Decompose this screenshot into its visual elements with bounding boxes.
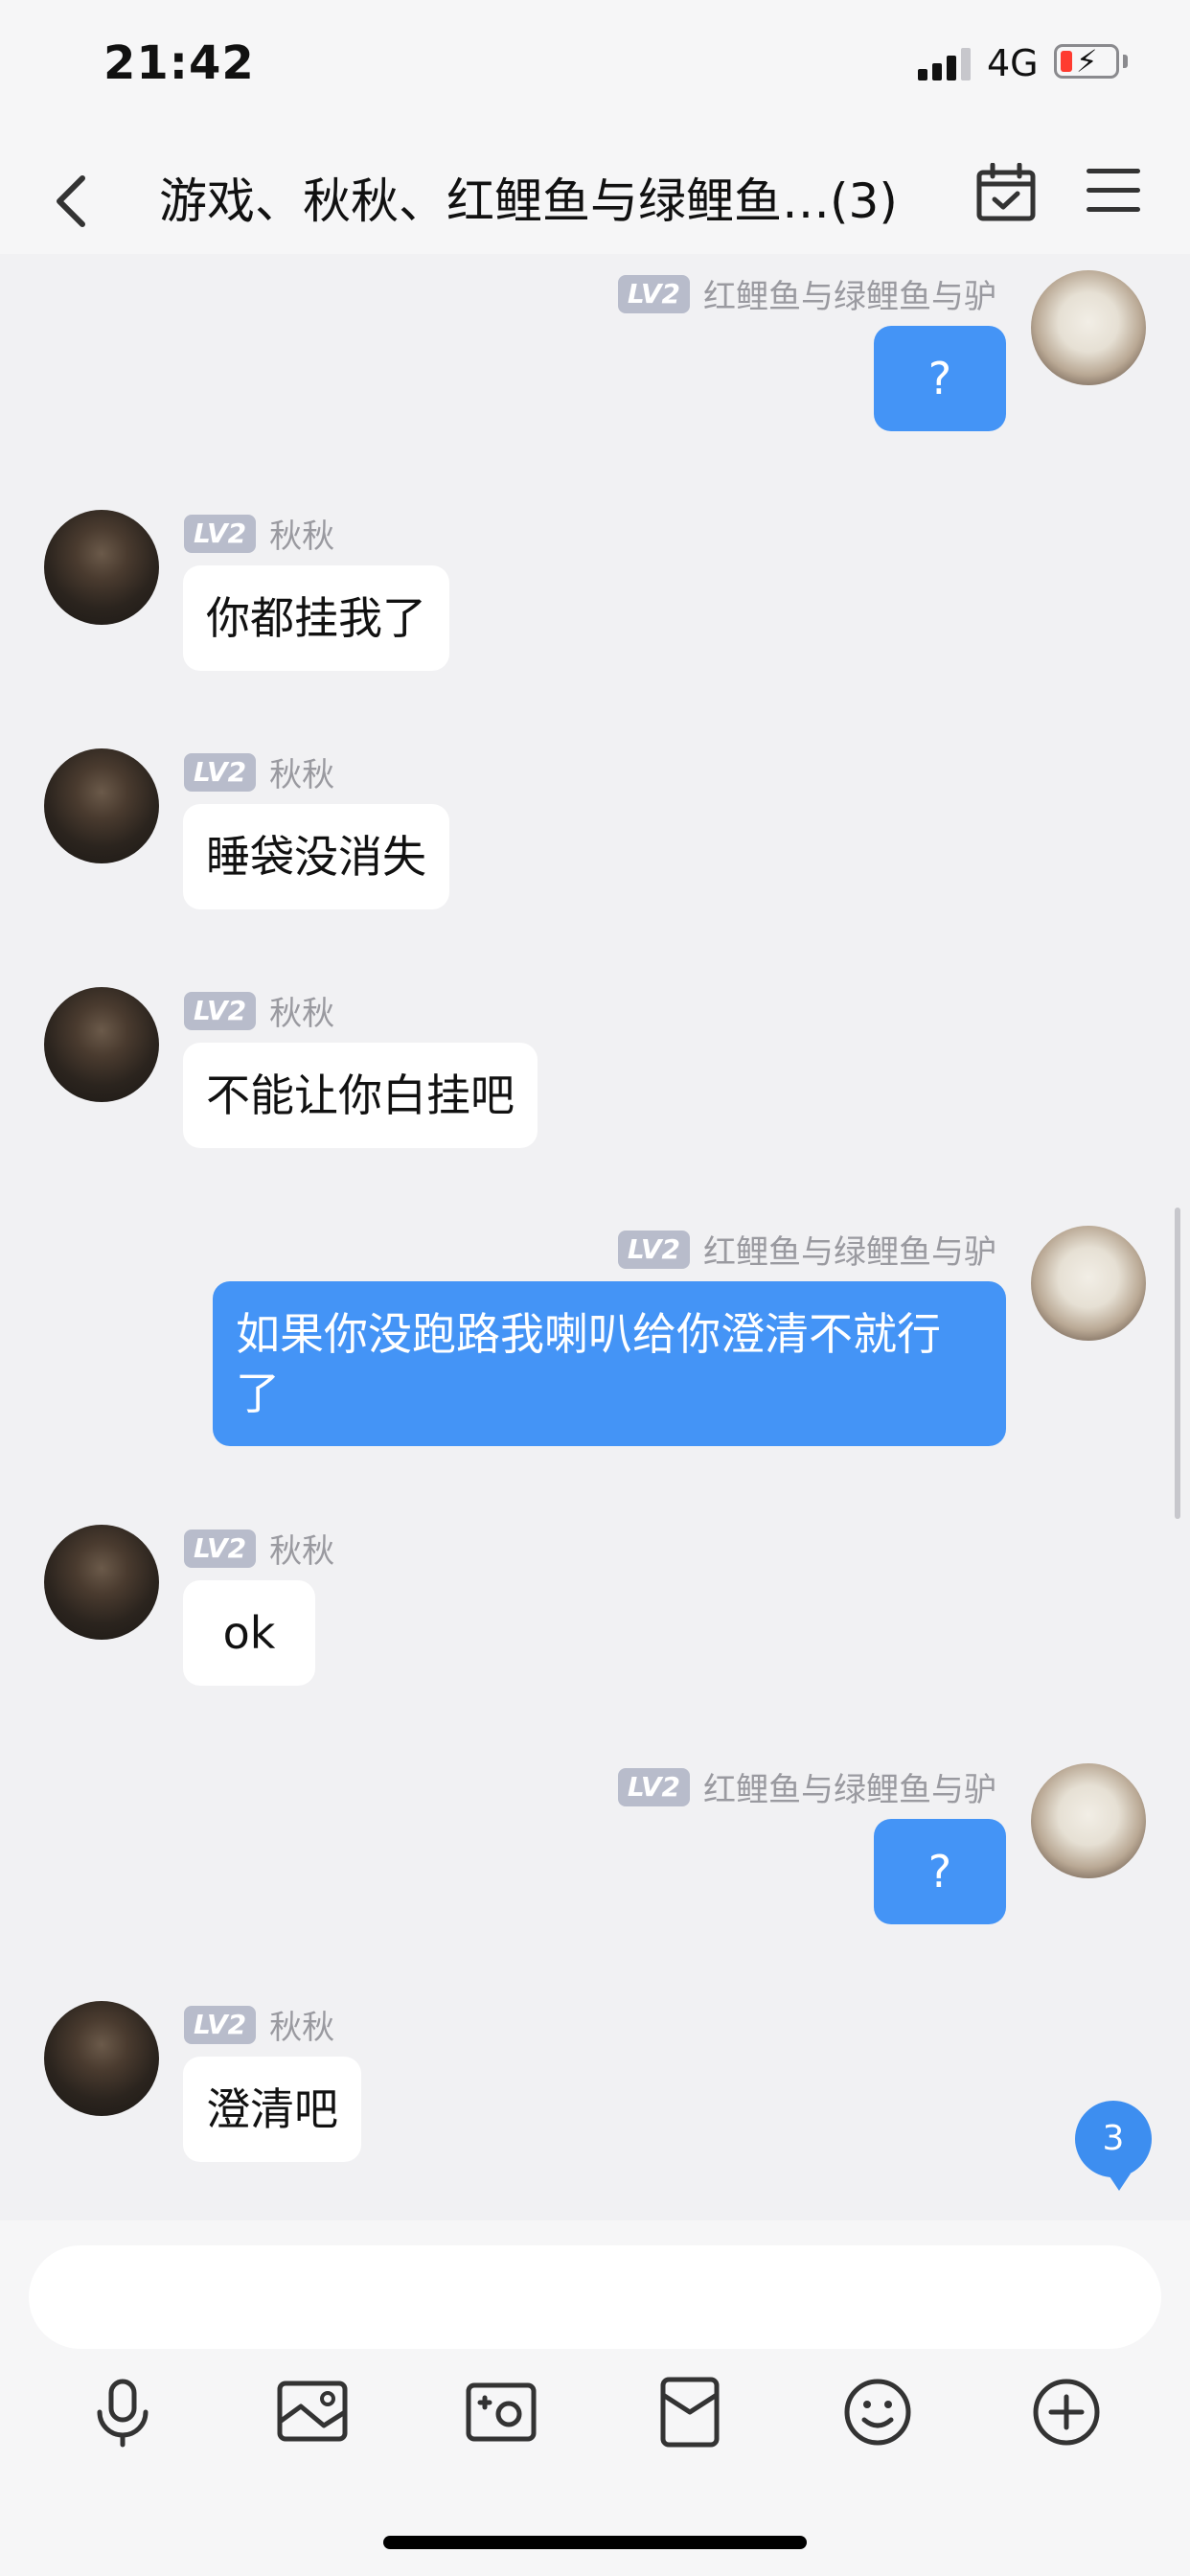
mic-icon[interactable] (84, 2374, 161, 2450)
level-badge: LV2 (184, 2005, 257, 2044)
message-row: LV2 秋秋 澄清吧 (0, 2001, 1190, 2174)
level-badge: LV2 (617, 1767, 690, 1806)
avatar[interactable] (1031, 1226, 1146, 1341)
avatar[interactable] (44, 987, 159, 1102)
message-bubble[interactable]: 澄清吧 (183, 2057, 361, 2162)
sender-name: 秋秋 (269, 2009, 335, 2047)
avatar[interactable] (44, 510, 159, 625)
avatar[interactable] (1031, 270, 1146, 385)
sender-meta: LV2 秋秋 (184, 510, 334, 557)
message-bubble[interactable]: ? (874, 1819, 1006, 1924)
message-row: LV2 红鲤鱼与绿鲤鱼与驴 ? (0, 1763, 1190, 1936)
back-icon[interactable] (48, 172, 96, 230)
calendar-check-icon[interactable] (975, 163, 1037, 222)
level-badge: LV2 (184, 752, 257, 792)
message-bubble[interactable]: ok (183, 1580, 315, 1686)
sender-name: 秋秋 (269, 756, 335, 794)
chat-title[interactable]: 游戏、秋秋、红鲤鱼与绿鲤鱼…(3) (159, 163, 898, 232)
avatar[interactable] (44, 2001, 159, 2116)
message-list[interactable]: LV2 红鲤鱼与绿鲤鱼与驴 ? LV2 秋秋 你都挂我了 LV2 秋秋 睡袋没消… (0, 254, 1190, 2220)
camera-icon[interactable] (463, 2374, 539, 2450)
sender-name: 秋秋 (269, 1532, 335, 1571)
message-bubble[interactable]: 睡袋没消失 (183, 804, 449, 909)
level-badge: LV2 (184, 514, 257, 553)
sender-name: 红鲤鱼与绿鲤鱼与驴 (703, 1233, 996, 1272)
signal-icon (918, 48, 972, 80)
message-input[interactable] (29, 2245, 1161, 2349)
sender-meta: LV2 秋秋 (184, 748, 334, 795)
message-bubble[interactable]: 不能让你白挂吧 (183, 1043, 538, 1148)
status-bar: 21:42 4G ⚡ (0, 0, 1190, 134)
level-badge: LV2 (184, 1529, 257, 1568)
avatar[interactable] (44, 1525, 159, 1640)
input-panel (0, 2220, 1190, 2576)
home-indicator[interactable] (383, 2536, 807, 2549)
message-row: LV2 红鲤鱼与绿鲤鱼与驴 ? (0, 270, 1190, 443)
message-bubble[interactable]: 你都挂我了 (183, 565, 449, 671)
message-row: LV2 秋秋 睡袋没消失 (0, 748, 1190, 921)
sender-meta: LV2 秋秋 (184, 987, 334, 1034)
battery-tip (1123, 55, 1128, 68)
network-type: 4G (987, 42, 1039, 84)
status-time: 21:42 (103, 36, 255, 90)
message-bubble[interactable]: ? (874, 326, 1006, 431)
message-row: LV2 秋秋 你都挂我了 (0, 510, 1190, 682)
level-badge: LV2 (617, 274, 690, 313)
message-row: LV2 红鲤鱼与绿鲤鱼与驴 如果你没跑路我喇叭给你澄清不就行了 (0, 1226, 1190, 1475)
battery-icon: ⚡ (1054, 44, 1119, 79)
image-icon[interactable] (274, 2374, 351, 2450)
message-bubble[interactable]: 如果你没跑路我喇叭给你澄清不就行了 (213, 1281, 1006, 1446)
nav-bar: 游戏、秋秋、红鲤鱼与绿鲤鱼…(3) (0, 134, 1190, 254)
level-badge: LV2 (617, 1230, 690, 1269)
chat-screen: 21:42 4G ⚡ 游戏、秋秋、红鲤鱼与绿鲤鱼…(3) LV2 红鲤鱼与绿鲤鱼… (0, 0, 1190, 2576)
message-row: LV2 秋秋 ok (0, 1525, 1190, 1697)
toolbar (0, 2374, 1190, 2479)
menu-icon[interactable] (1087, 167, 1144, 217)
plus-icon[interactable] (1028, 2374, 1105, 2450)
message-row: LV2 秋秋 不能让你白挂吧 (0, 987, 1190, 1160)
sender-name: 红鲤鱼与绿鲤鱼与驴 (703, 278, 996, 316)
level-badge: LV2 (184, 991, 257, 1030)
red-packet-icon[interactable] (652, 2374, 728, 2450)
emoji-icon[interactable] (839, 2374, 916, 2450)
sender-name: 秋秋 (269, 518, 335, 556)
sender-meta: LV2 秋秋 (184, 1525, 334, 1572)
scrollbar[interactable] (1175, 1208, 1180, 1519)
avatar[interactable] (44, 748, 159, 863)
sender-meta: LV2 秋秋 (184, 2001, 334, 2048)
avatar[interactable] (1031, 1763, 1146, 1878)
unread-count-badge[interactable]: 3 (1075, 2101, 1152, 2191)
sender-meta: LV2 红鲤鱼与绿鲤鱼与驴 (617, 1226, 996, 1273)
sender-name: 红鲤鱼与绿鲤鱼与驴 (703, 1771, 996, 1809)
sender-name: 秋秋 (269, 995, 335, 1033)
sender-meta: LV2 红鲤鱼与绿鲤鱼与驴 (617, 1763, 996, 1810)
sender-meta: LV2 红鲤鱼与绿鲤鱼与驴 (617, 270, 996, 317)
